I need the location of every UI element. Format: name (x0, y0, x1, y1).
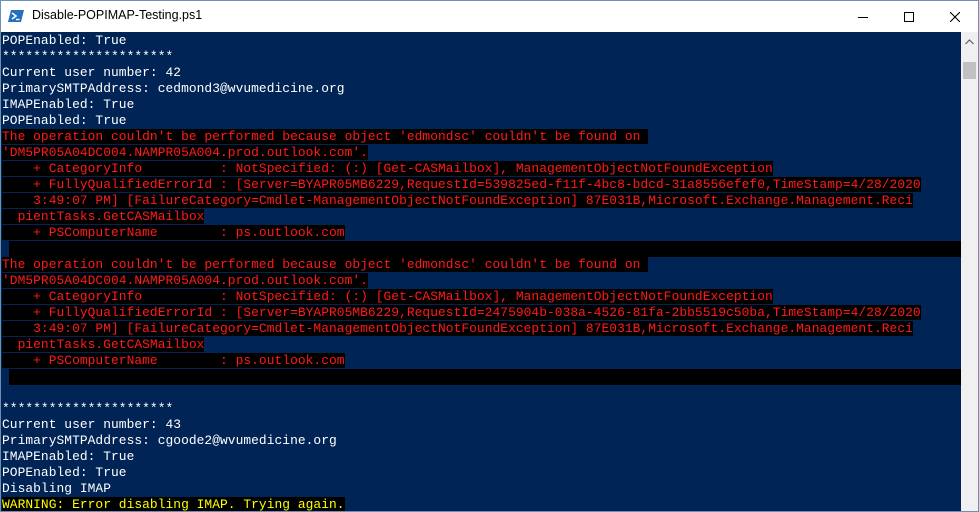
error-text: The operation couldn't be performed beca… (2, 129, 649, 144)
error-line: + PSComputerName : ps.outlook.com (2, 225, 345, 241)
error-text: 3:49:07 PM] [FailureCategory=Cmdlet-Mana… (2, 321, 913, 336)
error-text: The operation couldn't be performed beca… (2, 257, 649, 272)
error-line: + PSComputerName : ps.outlook.com (2, 353, 345, 369)
output-line: POPEnabled: True (2, 465, 127, 480)
error-text: + PSComputerName : ps.outlook.com (2, 225, 345, 240)
error-line: + CategoryInfo : NotSpecified: (:) [Get-… (2, 161, 773, 177)
warning-text: WARNING: Error disabling IMAP. Trying ag… (2, 497, 345, 511)
close-icon (950, 11, 960, 22)
output-line: ********************** (2, 49, 174, 64)
error-line: + FullyQualifiedErrorId : [Server=BYAPR0… (2, 305, 921, 321)
error-text: + PSComputerName : ps.outlook.com (2, 353, 345, 368)
error-line: 3:49:07 PM] [FailureCategory=Cmdlet-Mana… (2, 193, 913, 209)
minimize-icon (858, 12, 868, 22)
powershell-icon[interactable] (8, 8, 24, 24)
error-text: + CategoryInfo : NotSpecified: (:) [Get-… (2, 289, 773, 304)
output-line: ********************** (2, 401, 174, 416)
output-line: Current user number: 42 (2, 65, 182, 80)
error-text: 'DM5PR05A04DC004.NAMPR05A004.prod.outloo… (2, 273, 368, 288)
error-line: The operation couldn't be performed beca… (2, 257, 649, 273)
output-line: Disabling IMAP (2, 481, 111, 496)
maximize-button[interactable] (886, 1, 932, 32)
maximize-icon (904, 11, 914, 22)
error-line: The operation couldn't be performed beca… (2, 129, 649, 145)
window-title: Disable-POPIMAP-Testing.ps1 (32, 8, 203, 22)
error-text: + FullyQualifiedErrorId : [Server=BYAPR0… (2, 305, 921, 320)
minimize-button[interactable] (840, 1, 886, 32)
error-line: pientTasks.GetCASMailbox (2, 337, 205, 353)
error-text: 'DM5PR05A04DC004.NAMPR05A004.prod.outloo… (2, 145, 368, 160)
error-line: 'DM5PR05A04DC004.NAMPR05A004.prod.outloo… (2, 145, 368, 161)
output-line: POPEnabled: True (2, 33, 127, 48)
scroll-up-button[interactable] (961, 32, 978, 49)
output-line: IMAPEnabled: True (2, 449, 135, 464)
output-line: POPEnabled: True (2, 113, 127, 128)
error-blank-line (9, 369, 961, 385)
error-line: + CategoryInfo : NotSpecified: (:) [Get-… (2, 289, 773, 305)
error-text: + CategoryInfo : NotSpecified: (:) [Get-… (2, 161, 773, 176)
output-line: PrimarySMTPAddress: cgoode2@wvumedicine.… (2, 433, 337, 448)
output-line: PrimarySMTPAddress: cedmond3@wvumedicine… (2, 81, 345, 96)
error-line: + FullyQualifiedErrorId : [Server=BYAPR0… (2, 177, 921, 193)
scrollbar-thumb[interactable] (963, 62, 976, 79)
title-bar[interactable]: Disable-POPIMAP-Testing.ps1 (1, 1, 978, 32)
output-line: Current user number: 43 (2, 417, 182, 432)
console-output[interactable]: POPEnabled: True ********************** Cu… (1, 32, 961, 511)
error-text: pientTasks.GetCASMailbox (2, 209, 205, 224)
output-line: IMAPEnabled: True (2, 97, 135, 112)
close-button[interactable] (932, 1, 978, 32)
console-window: Disable-POPIMAP-Testing.ps1 POPEnabled: … (0, 0, 979, 512)
error-text: 3:49:07 PM] [FailureCategory=Cmdlet-Mana… (2, 193, 913, 208)
scroll-up-arrow-icon (965, 32, 974, 50)
warning-line: WARNING: Error disabling IMAP. Trying ag… (2, 497, 345, 511)
error-blank-line (9, 241, 961, 257)
error-line: pientTasks.GetCASMailbox (2, 209, 205, 225)
error-text: + FullyQualifiedErrorId : [Server=BYAPR0… (2, 177, 921, 192)
error-line: 'DM5PR05A04DC004.NAMPR05A004.prod.outloo… (2, 273, 368, 289)
error-text: pientTasks.GetCASMailbox (2, 337, 205, 352)
vertical-scrollbar[interactable] (961, 32, 978, 511)
error-line: 3:49:07 PM] [FailureCategory=Cmdlet-Mana… (2, 321, 913, 337)
